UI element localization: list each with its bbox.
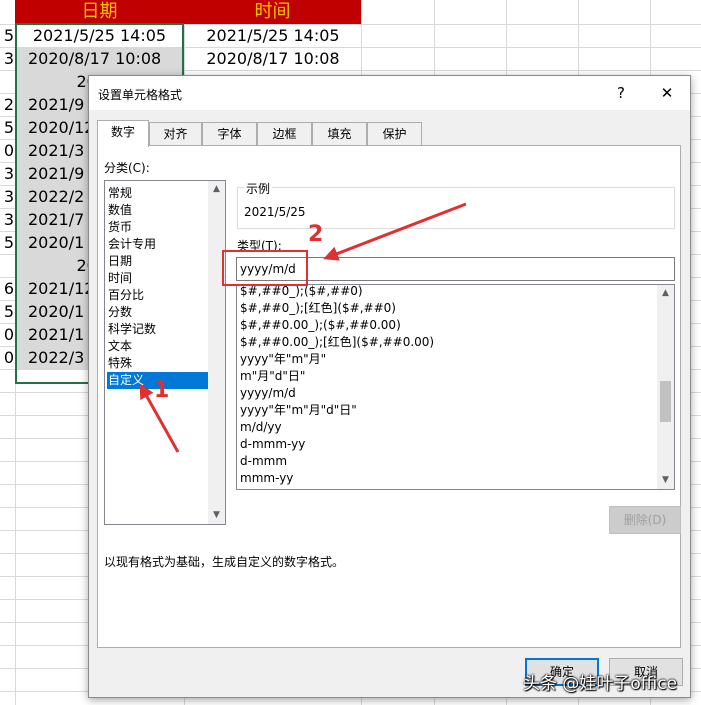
scroll-down-icon[interactable]: ▼ — [657, 472, 674, 489]
scroll-down-icon[interactable]: ▼ — [208, 507, 225, 524]
tab-border[interactable]: 边框 — [257, 122, 312, 146]
sample-label: 示例 — [244, 180, 273, 197]
description-text: 以现有格式为基础，生成自定义的数字格式。 — [104, 555, 345, 569]
cell-col-a[interactable]: 5 — [0, 231, 14, 254]
sample-group: 示例 2021/5/25 — [237, 180, 675, 229]
format-item[interactable]: yyyy"年"m"月" — [240, 351, 326, 368]
category-scrollbar[interactable]: ▲ ▼ — [208, 181, 225, 524]
time-cell[interactable]: 2020/8/17 10:08 — [185, 47, 361, 70]
cell-col-a[interactable]: 5 — [0, 300, 14, 323]
format-item[interactable]: m"月"d"日" — [240, 368, 305, 385]
cell-col-a[interactable]: 3 — [0, 47, 14, 70]
category-item[interactable]: 时间 — [107, 270, 208, 287]
dialog-title: 设置单元格格式 — [98, 88, 183, 102]
sample-value: 2021/5/25 — [244, 205, 306, 219]
date-cell[interactable]: 2021/5/25 14:05 — [16, 24, 183, 47]
format-item[interactable]: mmm-yy — [240, 470, 293, 487]
dialog-titlebar: 设置单元格格式 ? ✕ — [89, 76, 690, 110]
category-item[interactable]: 会计专用 — [107, 236, 208, 253]
header-date[interactable]: 日期 — [15, 0, 184, 24]
time-cell[interactable]: 2021/5/25 14:05 — [185, 24, 361, 47]
cell-col-a[interactable] — [0, 70, 14, 93]
tab-alignment[interactable]: 对齐 — [149, 122, 202, 146]
cell-col-a[interactable] — [0, 254, 14, 277]
date-cell[interactable]: 2020/8/17 10:08 — [16, 47, 183, 70]
format-item[interactable]: yyyy/m/d — [240, 385, 296, 402]
cell-col-a[interactable]: 6 — [0, 277, 14, 300]
format-item[interactable]: $#,##0_);($#,##0) — [240, 285, 363, 300]
format-item[interactable]: d-mmm-yy — [240, 436, 305, 453]
scroll-thumb[interactable] — [660, 381, 671, 422]
format-cells-dialog: 设置单元格格式 ? ✕ 数字 对齐 字体 边框 填充 保护 分类(C): 常规数… — [88, 75, 691, 698]
scroll-up-icon[interactable]: ▲ — [657, 285, 674, 302]
tab-fill[interactable]: 填充 — [312, 122, 367, 146]
format-item[interactable]: yyyy"年"m"月"d"日" — [240, 402, 357, 419]
cell-col-a[interactable]: 5 — [0, 116, 14, 139]
category-item[interactable]: 分数 — [107, 304, 208, 321]
tab-font[interactable]: 字体 — [202, 122, 257, 146]
header-time[interactable]: 时间 — [184, 0, 361, 24]
category-list[interactable]: 常规 数值 货币 会计专用 日期 时间 百分比 分数 科学记数 文本 特殊 自定义 ▲ ▼ — [104, 180, 226, 525]
category-item[interactable]: 货币 — [107, 219, 208, 236]
format-item[interactable]: m/d/yy — [240, 419, 282, 436]
format-list[interactable]: $#,##0_);($#,##0) $#,##0_);[红色]($#,##0) $#… — [236, 284, 675, 490]
format-item[interactable]: $#,##0.00_);[红色]($#,##0.00) — [240, 334, 434, 351]
format-item[interactable]: $#,##0.00_);($#,##0.00) — [240, 317, 401, 334]
annotation-number-1: 1 — [154, 378, 170, 403]
format-item[interactable]: $#,##0_);[红色]($#,##0) — [240, 300, 396, 317]
tab-protection[interactable]: 保护 — [367, 122, 422, 146]
cell-col-a[interactable]: 3 — [0, 162, 14, 185]
category-label: 分类(C): — [104, 161, 150, 175]
category-item[interactable]: 科学记数 — [107, 321, 208, 338]
cell-col-a[interactable]: 0 — [0, 346, 14, 369]
category-item[interactable]: 特殊 — [107, 355, 208, 372]
format-item[interactable]: d-mmm — [240, 453, 287, 470]
cell-col-a[interactable]: 3 — [0, 185, 14, 208]
category-item[interactable]: 数值 — [107, 202, 208, 219]
cell-col-a[interactable]: 0 — [0, 323, 14, 346]
scroll-up-icon[interactable]: ▲ — [208, 181, 225, 198]
cell-col-a[interactable]: 5 — [0, 24, 14, 47]
category-item[interactable]: 常规 — [107, 185, 208, 202]
close-button[interactable]: ✕ — [655, 82, 679, 104]
number-tab-panel: 分类(C): 常规 数值 货币 会计专用 日期 时间 百分比 分数 科学记数 文本 特殊 自定义 ▲ … — [97, 145, 681, 648]
category-item[interactable]: 百分比 — [107, 287, 208, 304]
help-button[interactable]: ? — [609, 82, 633, 104]
category-item[interactable]: 日期 — [107, 253, 208, 270]
watermark: 头条 @娃叶子office — [523, 674, 678, 694]
category-item[interactable]: 文本 — [107, 338, 208, 355]
delete-button[interactable]: 删除(D) — [609, 506, 681, 534]
format-scrollbar[interactable]: ▲ ▼ — [657, 285, 674, 489]
tab-number[interactable]: 数字 — [97, 120, 149, 147]
type-highlight-box — [222, 250, 308, 286]
cell-col-a[interactable]: 2 — [0, 93, 14, 116]
annotation-number-2: 2 — [308, 222, 324, 247]
cell-col-a[interactable]: 0 — [0, 139, 14, 162]
cell-col-a[interactable]: 3 — [0, 208, 14, 231]
